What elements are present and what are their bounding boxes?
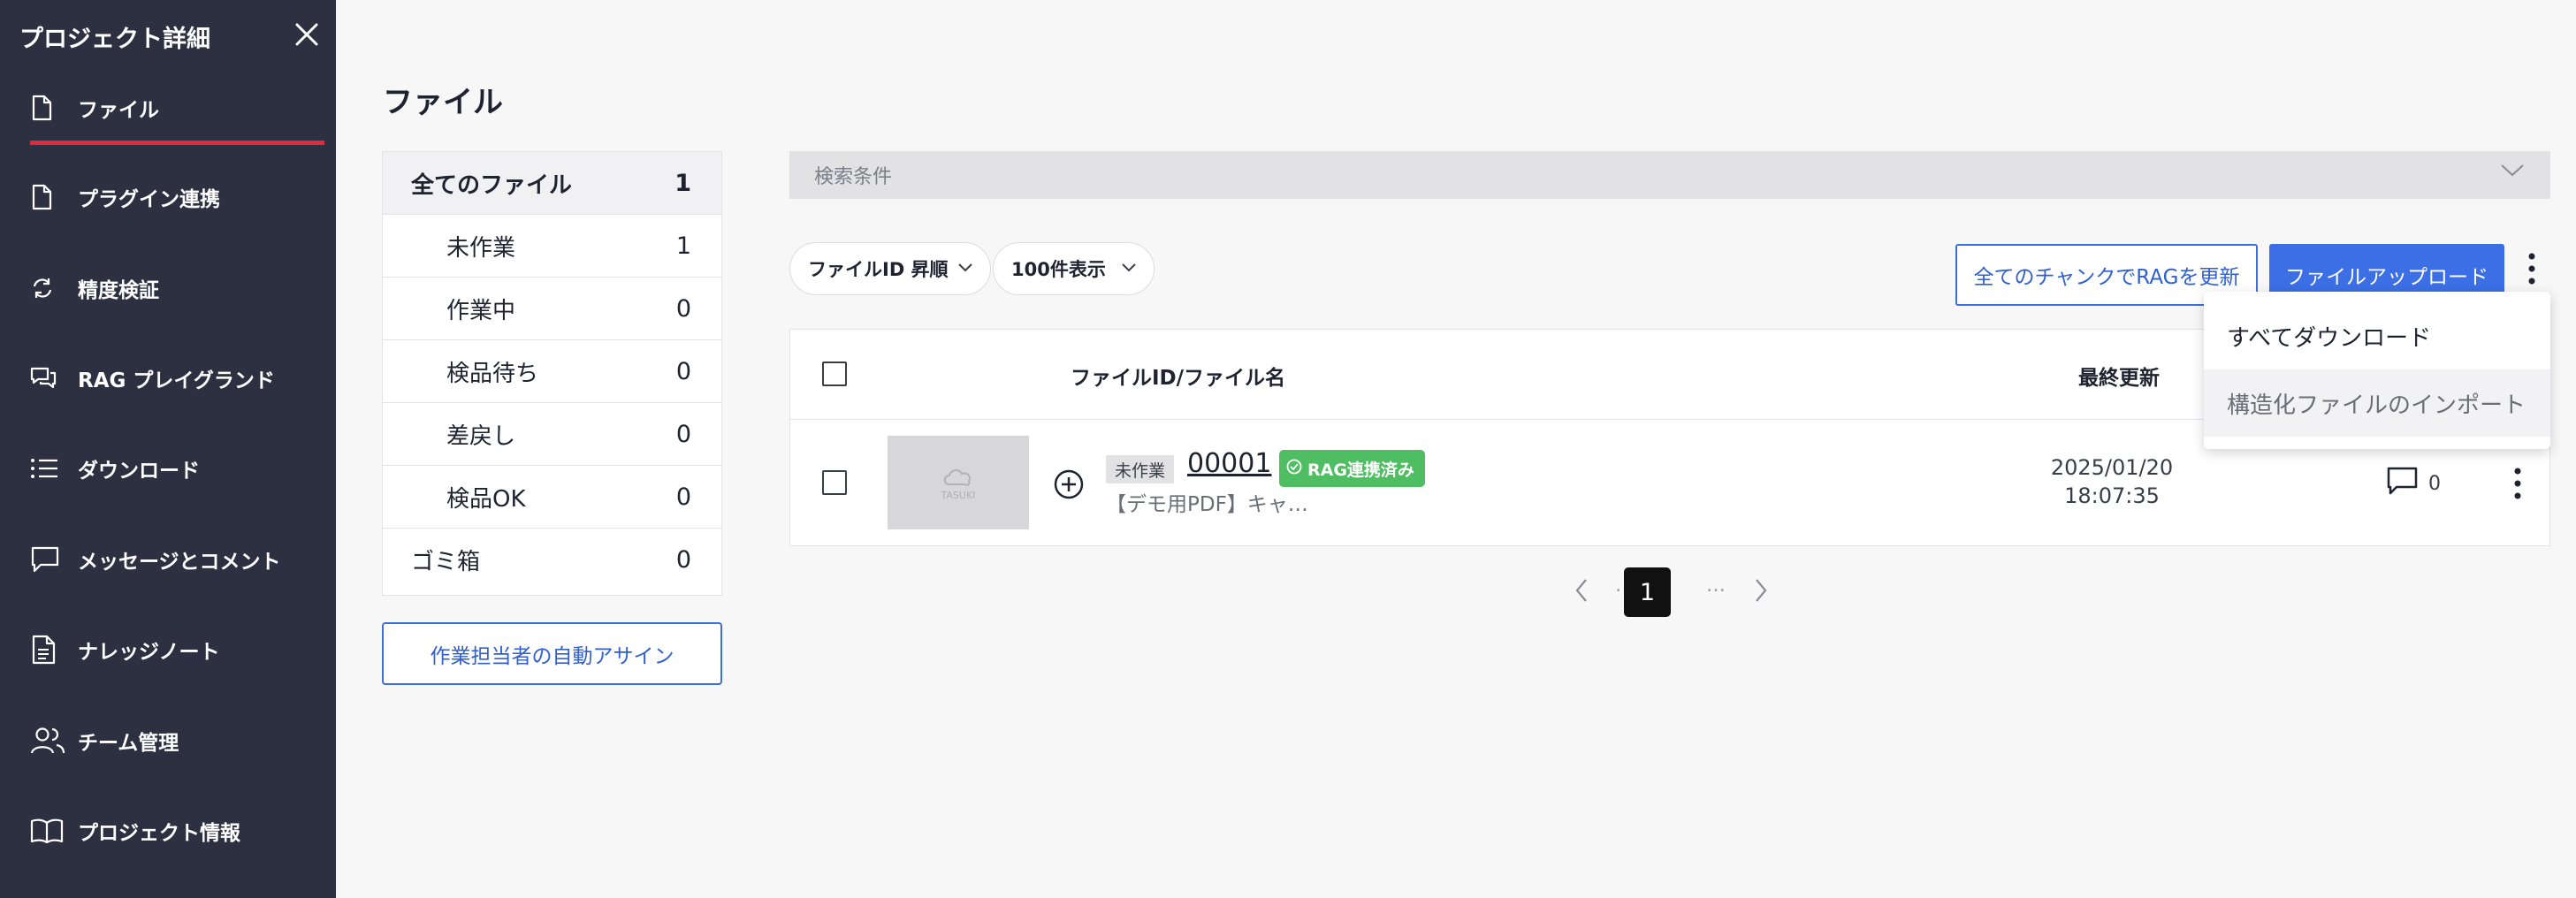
rag-status-badge: RAG連携済み [1279,450,1425,487]
column-header-updated: 最終更新 [2078,367,2160,390]
status-not-started[interactable]: 未作業 1 [383,215,721,278]
file-thumbnail[interactable]: TASUKI [888,436,1029,529]
sidebar-item-label: ファイル [78,99,159,122]
sidebar-item-knowledge[interactable]: ナレッジノート [30,623,322,676]
row-more-vertical-icon[interactable] [2505,464,2530,503]
users-icon [30,725,67,757]
updated-time: 18:07:35 [2064,483,2160,508]
status-count: 1 [674,169,691,197]
more-vertical-icon[interactable] [2519,249,2544,288]
search-conditions-toggle[interactable]: 検索条件 [789,151,2550,199]
menu-item-download-all[interactable]: すべてダウンロード [2204,302,2550,369]
next-page-icon[interactable] [1748,573,1774,608]
status-label: 検品待ち [446,360,539,387]
cloud-logo-icon [943,468,971,486]
sidebar-item-team[interactable]: チーム管理 [30,714,322,767]
file-id-link[interactable]: 00001 [1187,448,1271,479]
menu-item-import-structured[interactable]: 構造化ファイルのインポート [2204,369,2550,437]
sidebar-item-download[interactable]: ダウンロード [30,442,322,495]
last-updated: 2025/01/20 18:07:35 [2023,453,2200,510]
status-filter-list: 全てのファイル 1 未作業 1 作業中 0 検品待ち 0 差戻し 0 検品OK … [382,151,722,596]
status-label: ゴミ箱 [411,549,481,575]
status-count: 0 [675,357,691,385]
prev-page-icon[interactable] [1568,573,1595,608]
close-icon[interactable] [292,19,322,49]
column-header-file: ファイルID/ファイル名 [1071,367,1286,390]
file-icon [30,92,67,124]
sidebar-item-label: ダウンロード [78,460,200,483]
sidebar-item-files[interactable]: ファイル [30,81,324,145]
sidebar-item-messages[interactable]: メッセージとコメント [30,533,322,586]
check-circle-icon [1286,459,1302,479]
sidebar-item-label: チーム管理 [78,732,179,755]
file-name: 【デモ用PDF】キャ… [1106,493,1308,516]
status-awaiting-inspection[interactable]: 検品待ち 0 [383,340,721,403]
sidebar-item-project-info[interactable]: プロジェクト情報 [30,804,322,857]
page-title: ファイル [383,85,503,120]
status-trash[interactable]: ゴミ箱 0 [383,529,721,591]
expand-plus-icon[interactable] [1053,468,1085,500]
status-count: 0 [675,294,691,323]
sidebar-item-plugin[interactable]: プラグイン連携 [30,171,322,224]
status-count: 1 [675,232,691,260]
chat-icon [30,362,67,394]
status-label: 未作業 [446,234,516,262]
status-in-progress[interactable]: 作業中 0 [383,278,721,340]
sidebar-item-accuracy[interactable]: 精度検証 [30,262,322,315]
sort-select[interactable]: ファイルID 昇順 [789,242,991,295]
status-count: 0 [675,546,691,574]
updated-date: 2025/01/20 [2050,455,2174,480]
comment-icon[interactable] [2386,462,2430,498]
thumbnail-label: TASUKI [941,489,976,501]
status-label: 全てのファイル [411,171,573,199]
sidebar: プロジェクト詳細 ファイル プラグイン連携 精度検証 RAG プレイグランド ダ… [0,0,336,898]
more-actions-menu: すべてダウンロード 構造化ファイルのインポート [2204,292,2550,449]
sidebar-title: プロジェクト詳細 [19,26,210,53]
document-icon [30,634,67,666]
page-number-current[interactable]: 1 [1624,567,1671,617]
chevron-down-icon [956,259,974,281]
list-icon [30,453,67,484]
refresh-icon [30,272,67,304]
sidebar-item-label: メッセージとコメント [78,551,281,574]
pagination-ellipsis: … [1706,575,1726,597]
sidebar-item-label: プロジェクト情報 [78,822,240,845]
rag-status-label: RAG連携済み [1307,460,1414,480]
status-label: 検品OK [446,485,526,513]
row-checkbox[interactable] [822,470,847,495]
chevron-down-icon [1120,259,1138,281]
page-size-select-value: 100件表示 [1011,259,1106,280]
auto-assign-button[interactable]: 作業担当者の自動アサイン [382,622,722,685]
status-inspection-ok[interactable]: 検品OK 0 [383,466,721,529]
sidebar-item-label: RAG プレイグランド [78,369,275,392]
sidebar-item-label: プラグイン連携 [78,188,220,211]
message-icon [30,544,67,575]
work-status-badge: 未作業 [1106,455,1175,483]
book-icon [30,815,67,847]
status-all-files[interactable]: 全てのファイル 1 [383,152,721,215]
status-label: 作業中 [446,297,516,324]
sidebar-item-label: ナレッジノート [78,641,220,664]
page-size-select[interactable]: 100件表示 [993,242,1155,295]
status-count: 0 [675,420,691,448]
chevron-down-icon [2499,162,2526,185]
sidebar-item-label: 精度検証 [78,279,159,302]
status-count: 0 [675,483,691,511]
sidebar-item-rag-playground[interactable]: RAG プレイグランド [30,352,322,405]
status-label: 差戻し [446,422,516,450]
select-all-checkbox[interactable] [822,361,847,386]
status-returned[interactable]: 差戻し 0 [383,403,721,466]
sort-select-value: ファイルID 昇順 [808,259,949,280]
comment-count: 0 [2428,473,2441,495]
search-conditions-label: 検索条件 [814,166,893,188]
file-icon [30,181,67,213]
